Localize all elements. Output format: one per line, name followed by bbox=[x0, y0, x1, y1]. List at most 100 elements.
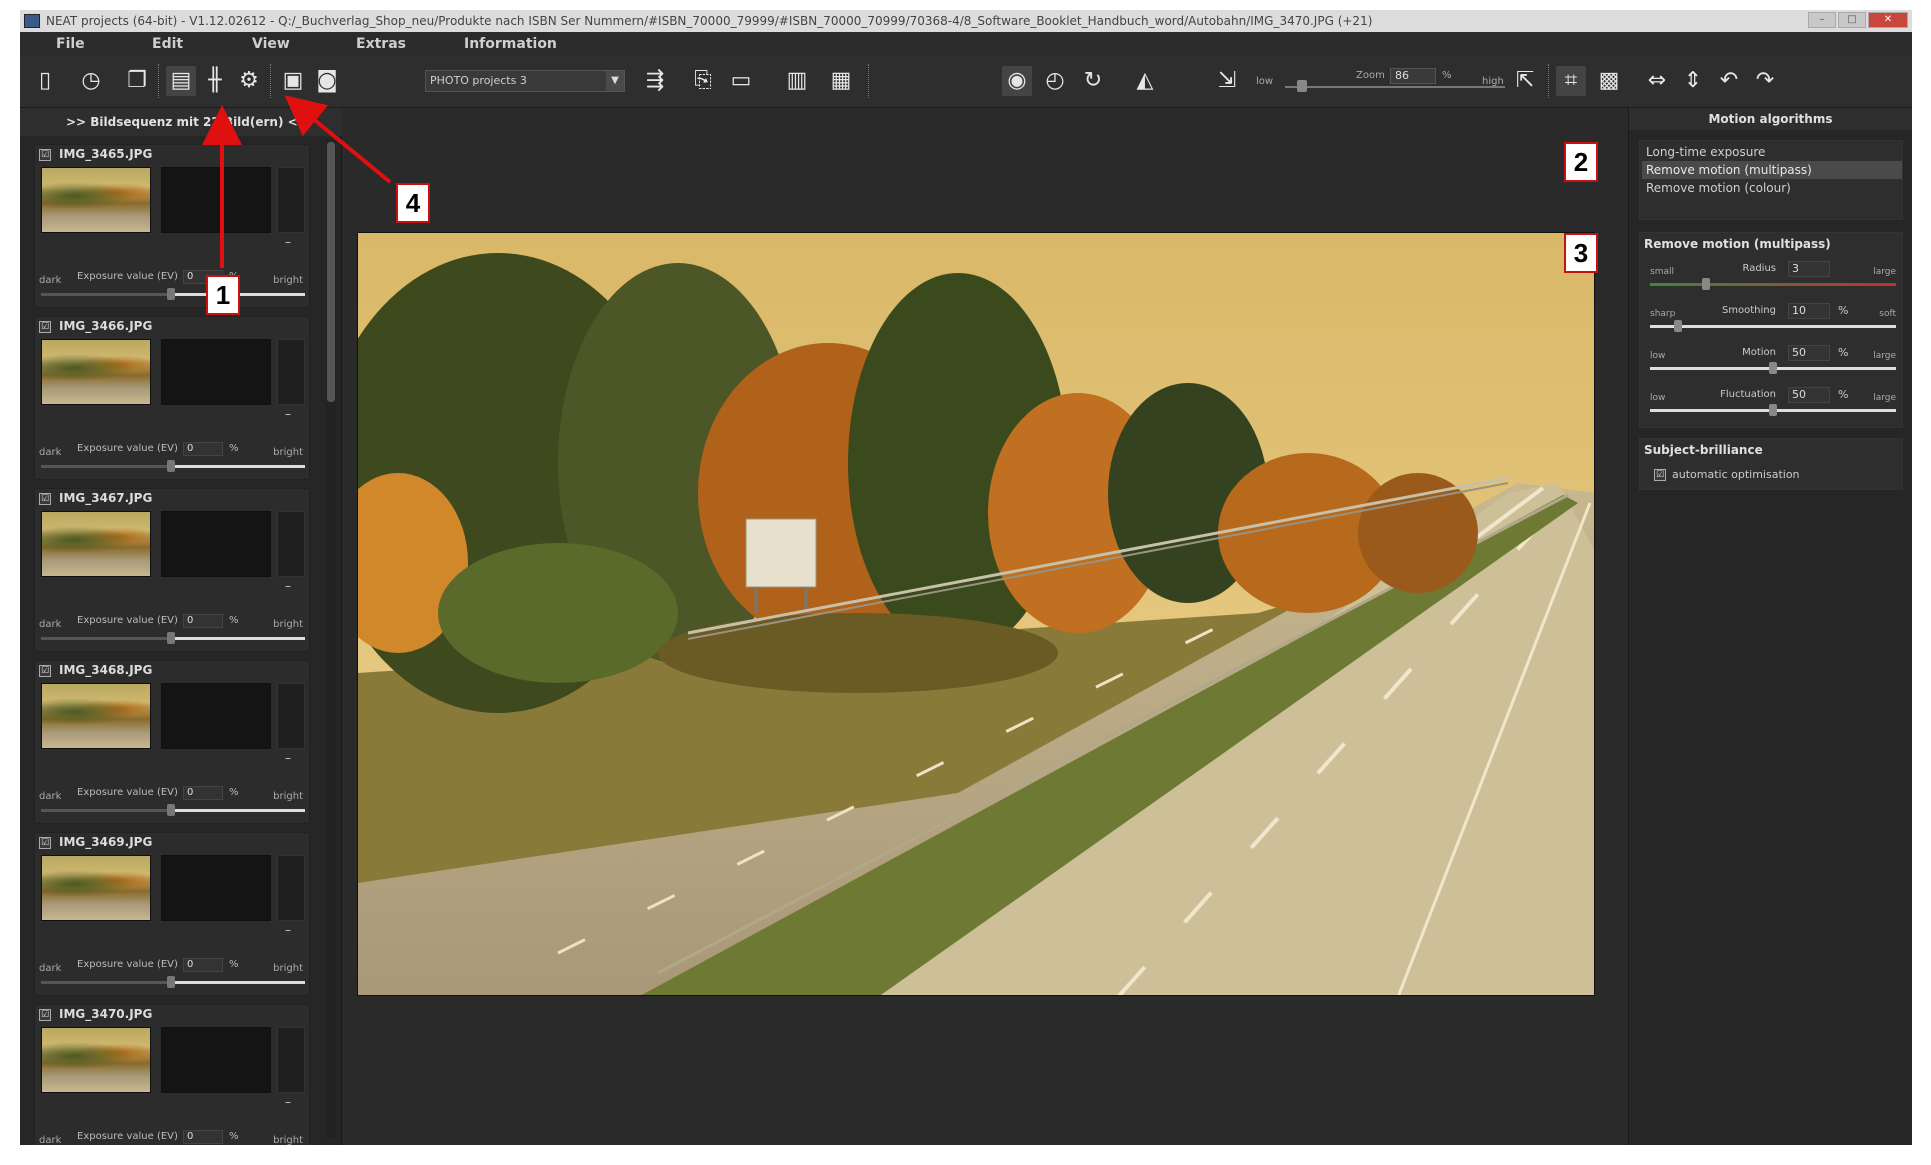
radius-slider-handle[interactable] bbox=[1702, 278, 1711, 290]
smoothing-slider-handle[interactable] bbox=[1673, 320, 1682, 332]
history-icon[interactable]: ◷ bbox=[76, 66, 106, 96]
sequence-item-mask bbox=[161, 855, 271, 921]
ev-input[interactable]: 0 bbox=[183, 614, 223, 628]
minus-icon[interactable]: – bbox=[285, 923, 291, 937]
maximize-icon[interactable]: □ bbox=[1838, 12, 1866, 28]
crop-icon[interactable]: ⌗ bbox=[1556, 66, 1586, 96]
zoom-out-icon[interactable]: ⇲ bbox=[1212, 66, 1242, 96]
zoom-slider[interactable] bbox=[1285, 86, 1505, 88]
sequence-item-mask bbox=[161, 167, 271, 233]
sequence-item[interactable]: ☑ IMG_3469.JPG – dark Exposure value (EV) 0% b… bbox=[34, 832, 310, 996]
menu-extras[interactable]: Extras bbox=[356, 36, 406, 52]
smoothing-slider[interactable] bbox=[1650, 325, 1896, 328]
close-icon[interactable]: ✕ bbox=[1868, 12, 1908, 28]
ev-dark-label: dark bbox=[39, 1135, 62, 1145]
ev-dark-label: dark bbox=[39, 791, 62, 802]
new-document-icon[interactable]: ▯ bbox=[30, 66, 60, 96]
chevron-down-icon[interactable]: ▼ bbox=[606, 71, 624, 91]
sequence-item-thumbnail[interactable] bbox=[41, 855, 151, 921]
image-stack-icon[interactable]: ▤ bbox=[166, 66, 196, 96]
histogram-icon[interactable]: ▦ bbox=[826, 66, 856, 96]
sequence-item-thumbnail[interactable] bbox=[41, 167, 151, 233]
zoom-slider-handle[interactable] bbox=[1297, 80, 1307, 92]
minus-icon[interactable]: – bbox=[285, 235, 291, 249]
sequence-item-thumbnail[interactable] bbox=[41, 339, 151, 405]
frame-icon[interactable]: ▩ bbox=[1594, 66, 1624, 96]
sequence-item-filename: IMG_3466.JPG bbox=[59, 319, 153, 333]
algo-remove-motion-multipass[interactable]: Remove motion (multipass) bbox=[1642, 161, 1902, 179]
settings-grid-icon[interactable]: ⚙ bbox=[234, 66, 264, 96]
copy-icon[interactable]: ❐ bbox=[122, 66, 152, 96]
menu-view[interactable]: View bbox=[252, 36, 290, 52]
ev-slider-handle[interactable] bbox=[167, 288, 175, 300]
sequence-item-thumbnail[interactable] bbox=[41, 683, 151, 749]
project-select[interactable]: PHOTO projects 3 ▼ bbox=[425, 70, 625, 92]
ev-input[interactable]: 0 bbox=[183, 958, 223, 972]
scrollbar-thumb[interactable] bbox=[327, 142, 335, 402]
sliders-icon[interactable]: ╫ bbox=[200, 66, 230, 96]
title-bar: NEAT projects (64-bit) - V1.12.02612 - Q… bbox=[20, 10, 1912, 32]
mirror-icon[interactable]: ◭ bbox=[1130, 66, 1160, 96]
projects-icon[interactable]: ◙ bbox=[312, 66, 342, 96]
radius-input[interactable]: 3 bbox=[1788, 261, 1830, 277]
sequence-item-checkbox[interactable]: ☑ bbox=[39, 321, 51, 333]
sequence-item-checkbox[interactable]: ☑ bbox=[39, 1009, 51, 1021]
menu-information[interactable]: Information bbox=[464, 36, 557, 52]
minus-icon[interactable]: – bbox=[285, 1095, 291, 1109]
ev-input[interactable]: 0 bbox=[183, 1130, 223, 1144]
sequence-scrollbar[interactable] bbox=[326, 138, 336, 1138]
sequence-item-histogram bbox=[277, 167, 305, 233]
motion-input[interactable]: 50 bbox=[1788, 345, 1830, 361]
fit-height-icon[interactable]: ⇕ bbox=[1678, 66, 1708, 96]
sequence-item-histogram bbox=[277, 511, 305, 577]
fluctuation-slider-handle[interactable] bbox=[1769, 404, 1777, 416]
zoom-input[interactable]: 86 bbox=[1390, 68, 1436, 84]
fit-width-icon[interactable]: ⇔ bbox=[1642, 66, 1672, 96]
minus-icon[interactable]: – bbox=[285, 579, 291, 593]
ev-slider-handle[interactable] bbox=[167, 632, 175, 644]
ev-label: Exposure value (EV) bbox=[77, 787, 178, 798]
sequence-item-checkbox[interactable]: ☑ bbox=[39, 837, 51, 849]
eye-icon[interactable]: ◉ bbox=[1002, 66, 1032, 96]
sequence-item-filename: IMG_3465.JPG bbox=[59, 147, 153, 161]
sequence-item[interactable]: ☑ IMG_3470.JPG – dark Exposure value (EV) 0% b… bbox=[34, 1004, 310, 1145]
menu-file[interactable]: File bbox=[56, 36, 85, 52]
auto-optimisation-checkbox[interactable]: ☑ bbox=[1654, 469, 1666, 481]
sequence-item-checkbox[interactable]: ☑ bbox=[39, 493, 51, 505]
sequence-item-checkbox[interactable]: ☑ bbox=[39, 665, 51, 677]
ev-input[interactable]: 0 bbox=[183, 786, 223, 800]
batch-icon[interactable]: ⇶ bbox=[640, 66, 670, 96]
algo-long-time-exposure[interactable]: Long-time exposure bbox=[1642, 143, 1902, 161]
radius-slider[interactable] bbox=[1650, 283, 1896, 286]
minimize-icon[interactable]: – bbox=[1808, 12, 1836, 28]
menu-edit[interactable]: Edit bbox=[152, 36, 183, 52]
sequence-item[interactable]: ☑IMG_3465.JPG–darkExposure value (EV)0%b… bbox=[34, 144, 310, 308]
filmstrip-icon[interactable]: ▭ bbox=[726, 66, 756, 96]
minus-icon[interactable]: – bbox=[285, 751, 291, 765]
ev-input[interactable]: 0 bbox=[183, 442, 223, 456]
ev-slider-handle[interactable] bbox=[167, 804, 175, 816]
fluctuation-input[interactable]: 50 bbox=[1788, 387, 1830, 403]
minus-icon[interactable]: – bbox=[285, 407, 291, 421]
sequence-item-checkbox[interactable]: ☑ bbox=[39, 149, 51, 161]
sequence-item[interactable]: ☑ IMG_3466.JPG – dark Exposure value (EV) 0% b… bbox=[34, 316, 310, 480]
rotate-right-icon[interactable]: ↷ bbox=[1750, 66, 1780, 96]
ev-slider-handle[interactable] bbox=[167, 460, 175, 472]
export-icon[interactable]: ⎘ bbox=[688, 66, 718, 96]
algo-remove-motion-colour[interactable]: Remove motion (colour) bbox=[1642, 179, 1902, 197]
sequence-item[interactable]: ☑ IMG_3468.JPG – dark Exposure value (EV) 0% b… bbox=[34, 660, 310, 824]
sequence-item-thumbnail[interactable] bbox=[41, 511, 151, 577]
sequence-item[interactable]: ☑ IMG_3467.JPG – dark Exposure value (EV) 0% b… bbox=[34, 488, 310, 652]
zoom-in-icon[interactable]: ⇱ bbox=[1510, 66, 1540, 96]
main-photo bbox=[357, 232, 1595, 996]
sequence-item-thumbnail[interactable] bbox=[41, 1027, 151, 1093]
rotate-left-icon[interactable]: ↶ bbox=[1714, 66, 1744, 96]
calculator-icon[interactable]: ▥ bbox=[782, 66, 812, 96]
smoothing-input[interactable]: 10 bbox=[1788, 303, 1830, 319]
motion-slider-handle[interactable] bbox=[1769, 362, 1777, 374]
param-motion: low Motion 50 % large bbox=[1640, 341, 1904, 381]
redo-icon[interactable]: ↻ bbox=[1078, 66, 1108, 96]
save-icon[interactable]: ▣ bbox=[278, 66, 308, 96]
timer-icon[interactable]: ◴ bbox=[1040, 66, 1070, 96]
ev-slider-handle[interactable] bbox=[167, 976, 175, 988]
